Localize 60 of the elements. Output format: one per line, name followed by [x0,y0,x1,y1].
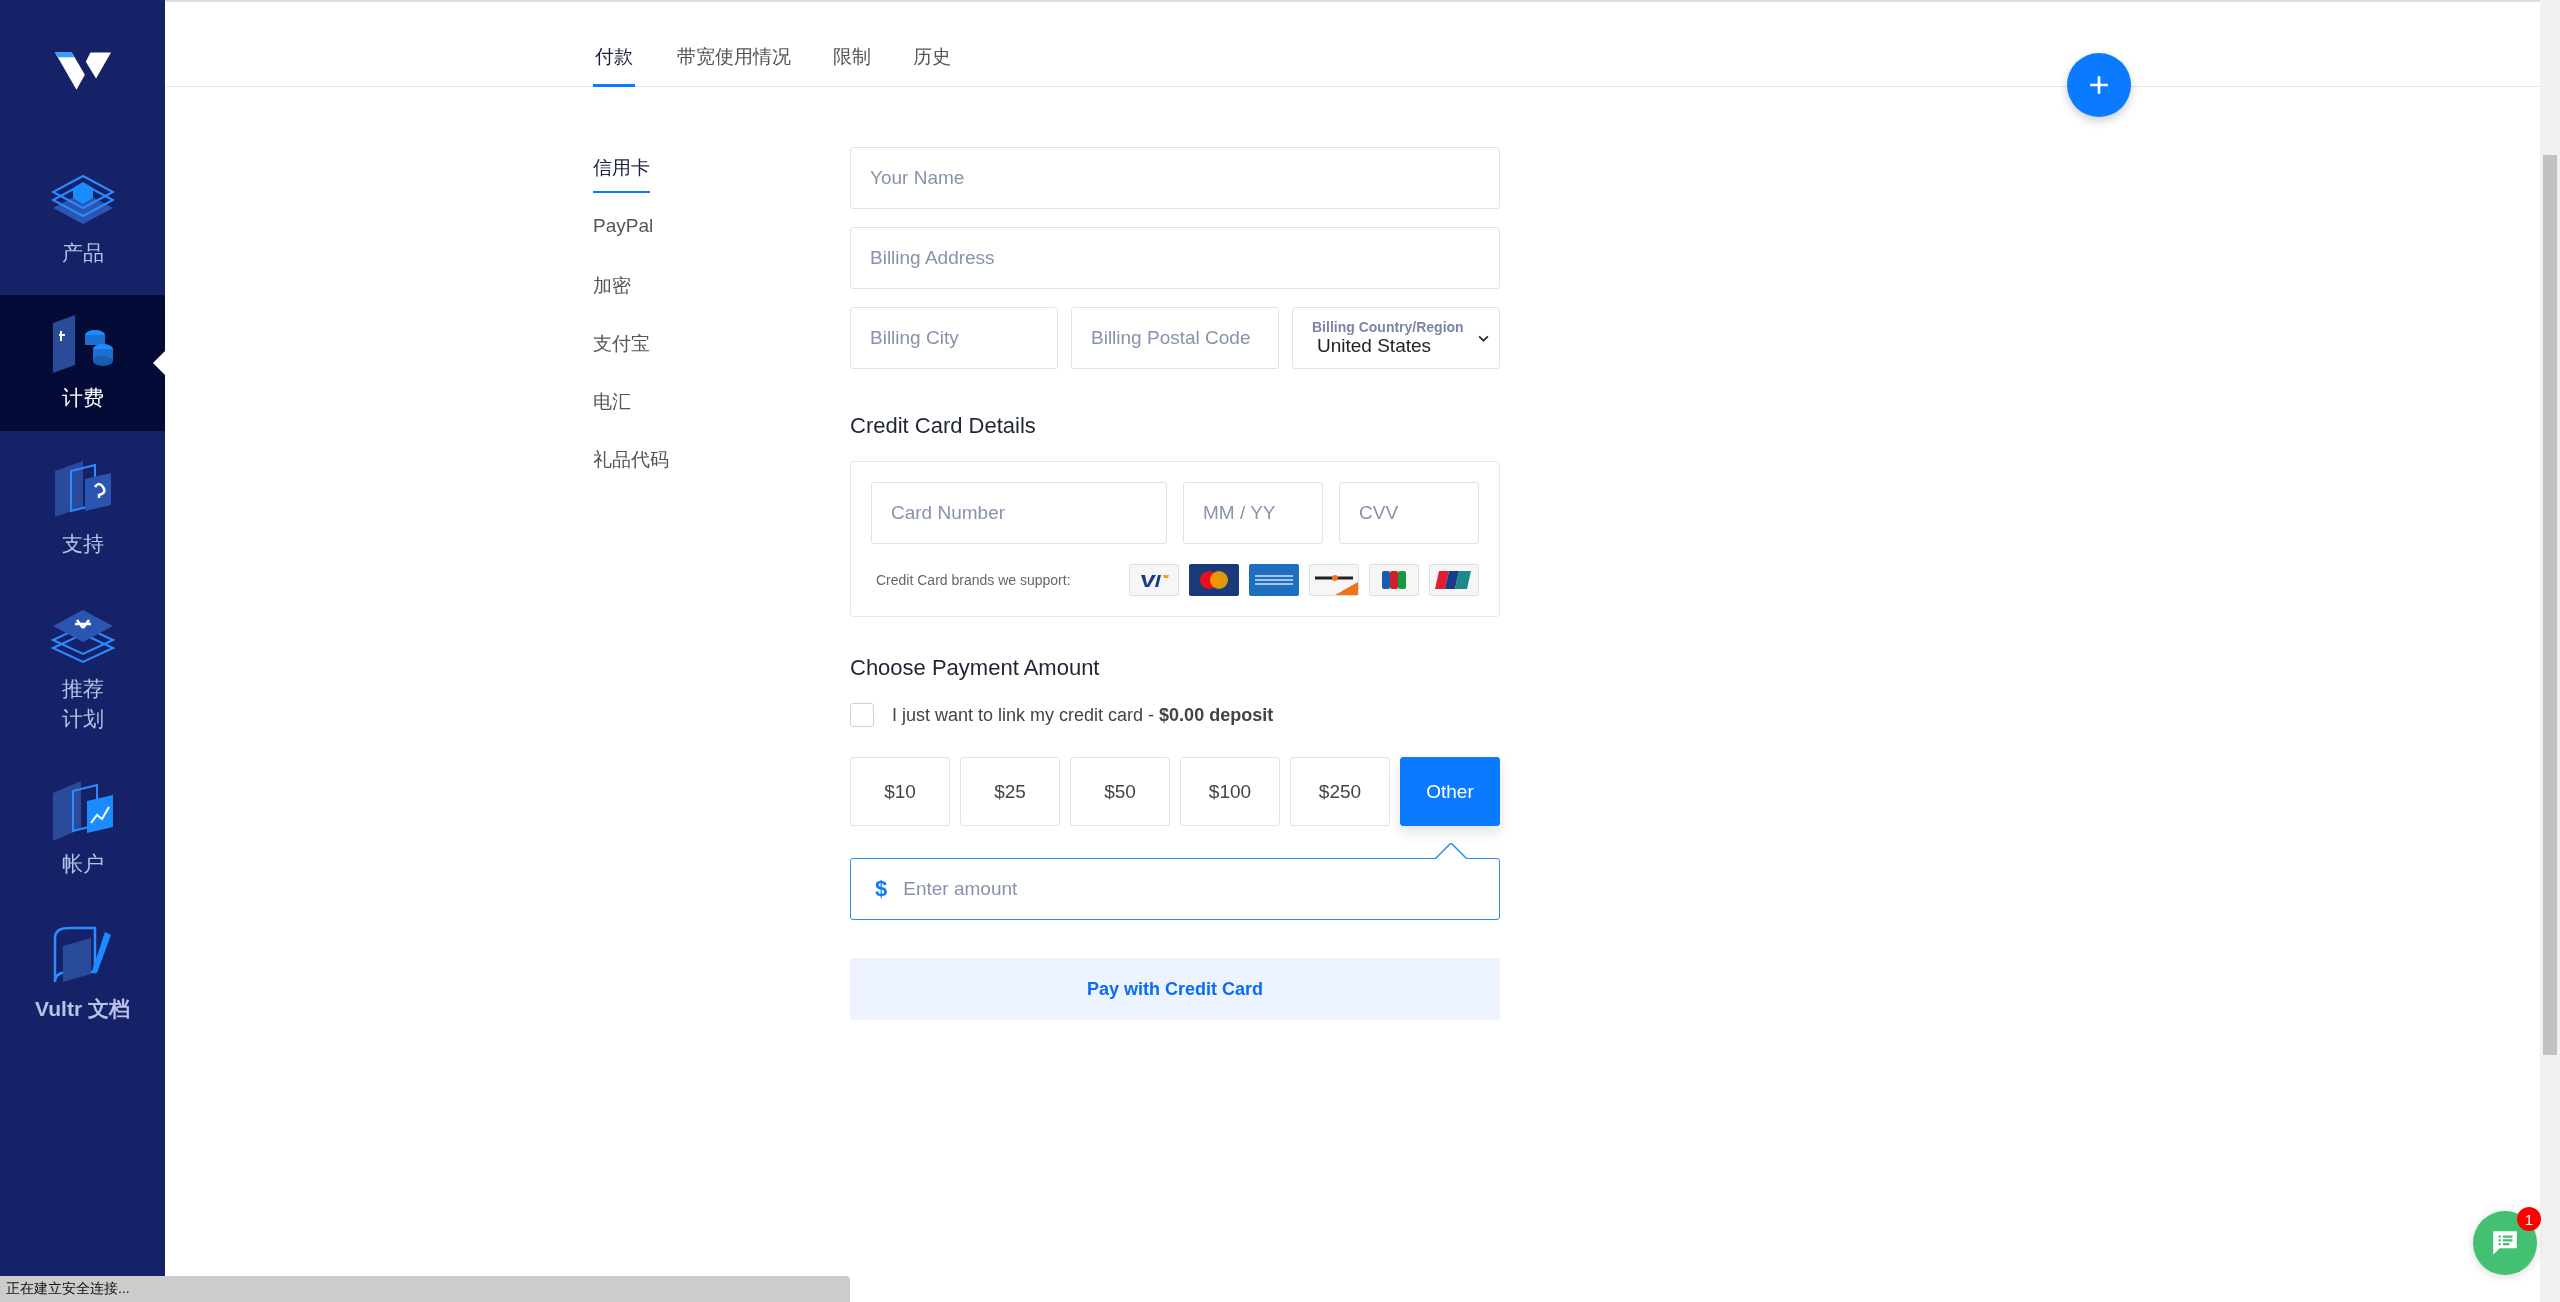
sidebar-item[interactable]: Vultr 文档 [0,906,165,1042]
tab[interactable]: 带宽使用情况 [656,2,812,87]
sidebar-label: 支持 [60,530,105,557]
card-brand-icon [1309,564,1359,596]
sidebar-label: 计费 [60,385,105,412]
card-brand-icon [1429,564,1479,596]
amount-option[interactable]: $250 [1290,757,1390,826]
payment-method-item[interactable]: 信用卡 [593,147,650,193]
link-card-checkbox[interactable] [850,703,874,727]
sidebar-label: 产品 [60,240,105,266]
section-heading: Credit Card Details [850,413,1037,439]
address-field[interactable]: Billing Address [850,227,1500,289]
pointer-icon [153,351,165,376]
sidebar-item[interactable]: 计费 [0,295,165,431]
card-brand-icon [1369,564,1419,596]
amount-option[interactable]: $100 [1180,757,1280,826]
sidebar-item[interactable]: 支持 [0,440,165,577]
sidebar-label: 帐户 [60,850,105,877]
brands-label: Credit Card brands we support: [876,572,1071,588]
tab[interactable]: 限制 [812,2,892,87]
tab[interactable]: 历史 [892,2,972,87]
tab[interactable]: 付款 [593,2,635,87]
amount-option[interactable]: Other [1400,757,1500,826]
postal-code-field[interactable]: Billing Postal Code [1071,307,1279,369]
amount-option[interactable]: $50 [1070,757,1170,826]
scrollbar-thumb[interactable] [2543,155,2557,1055]
sidebar-label: Vultr 文档 [35,996,130,1023]
payment-method-item[interactable]: 电汇 [593,381,631,439]
scrollbar[interactable] [2540,0,2560,1302]
payment-method-item[interactable]: 礼品代码 [593,439,669,497]
cvv-field[interactable]: CVV [1339,482,1479,544]
link-card-label: I just want to link my credit card - $0.00 deposit [892,704,1274,726]
notification-badge: 1 [2517,1207,2541,1231]
payment-method-item[interactable]: 支付宝 [593,323,650,381]
sidebar-item[interactable]: 帐户 [0,760,165,897]
pay-button[interactable]: Pay with Credit Card [850,958,1500,1020]
card-brand-icon [1189,564,1239,596]
city-field[interactable]: Billing City [850,307,1058,369]
payment-method-item[interactable]: PayPal [593,207,654,265]
card-brand-icon [1129,564,1179,596]
add-button[interactable] [2067,53,2131,117]
payment-method-item[interactable]: 加密 [593,265,631,323]
pointer-arrow-icon [1435,843,1467,859]
name-field[interactable]: Your Name [850,147,1500,209]
amount-option[interactable]: $25 [960,757,1060,826]
dollar-sign: $ [875,876,888,902]
status-bar: 正在建立安全连接... [0,1276,850,1302]
amount-field[interactable]: $ Enter amount [850,858,1500,920]
amount-option[interactable]: $10 [850,757,950,826]
sidebar-item[interactable]: 产品 [0,150,165,286]
country-select[interactable]: Billing Country/Region United States [1292,307,1500,369]
sidebar-item[interactable]: 推荐计划 [0,586,165,751]
plus-icon [2088,74,2110,96]
section-heading: Choose Payment Amount [850,655,1101,681]
chevron-down-icon[interactable] [1478,334,1489,342]
expiry-field[interactable]: MM / YY [1183,482,1323,544]
card-brand-icon [1249,564,1299,596]
sidebar-label: 推荐计划 [60,676,105,732]
card-number-field[interactable]: Card Number [871,482,1167,544]
chart-cards-icon [50,778,115,843]
